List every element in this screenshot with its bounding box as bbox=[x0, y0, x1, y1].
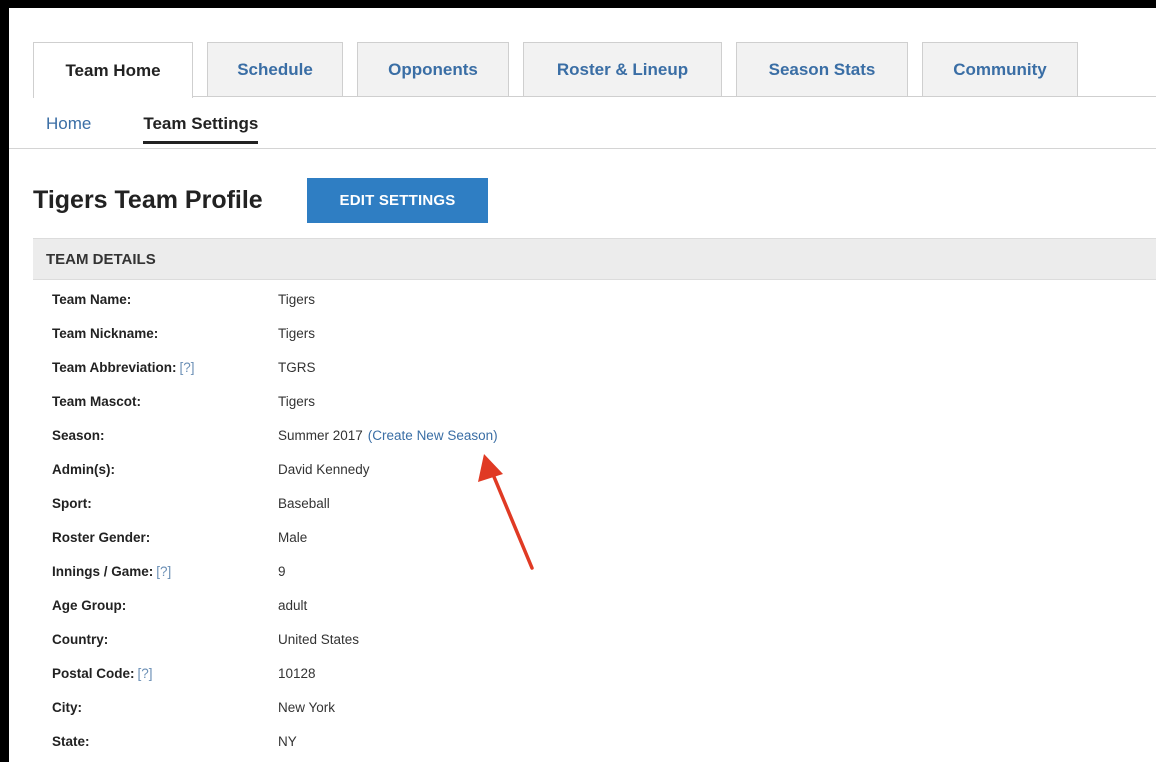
detail-value: Tigers bbox=[278, 394, 316, 409]
detail-value: Tigers bbox=[278, 292, 316, 307]
detail-label-text: Innings / Game: bbox=[52, 564, 154, 579]
detail-label: Team Mascot: bbox=[52, 394, 142, 409]
detail-label: Innings / Game: [?] bbox=[52, 564, 171, 579]
detail-value: Summer 2017 (Create New Season) bbox=[278, 428, 498, 443]
detail-value: New York bbox=[278, 700, 336, 715]
detail-value: Male bbox=[278, 530, 308, 545]
screenshot-frame-top bbox=[0, 0, 1156, 8]
detail-value: Baseball bbox=[278, 496, 330, 511]
detail-label: City: bbox=[52, 700, 82, 715]
subnav-home[interactable]: Home bbox=[46, 114, 91, 134]
detail-value: NY bbox=[278, 734, 297, 749]
detail-label-text: Team Abbreviation: bbox=[52, 360, 177, 375]
tab-season-stats[interactable]: Season Stats bbox=[736, 42, 908, 97]
detail-label: Team Name: bbox=[52, 292, 132, 307]
detail-value: 9 bbox=[278, 564, 286, 579]
tabs-divider bbox=[33, 96, 1156, 97]
detail-value: adult bbox=[278, 598, 308, 613]
tab-schedule[interactable]: Schedule bbox=[207, 42, 343, 97]
arrow-shaft bbox=[490, 470, 534, 570]
screenshot-frame-left bbox=[0, 0, 9, 762]
detail-label: Team Abbreviation: [?] bbox=[52, 360, 195, 375]
detail-label: Admin(s): bbox=[52, 462, 115, 477]
subnav-divider bbox=[9, 148, 1156, 149]
section-header: TEAM DETAILS bbox=[33, 238, 1156, 280]
main-tabs: Team Home Schedule Opponents Roster & Li… bbox=[33, 42, 1078, 98]
tab-community[interactable]: Community bbox=[922, 42, 1078, 97]
detail-label-text: Postal Code: bbox=[52, 666, 135, 681]
tab-roster-lineup[interactable]: Roster & Lineup bbox=[523, 42, 722, 97]
edit-settings-button[interactable]: EDIT SETTINGS bbox=[307, 178, 488, 223]
season-value: Summer 2017 bbox=[278, 428, 363, 443]
detail-label: Country: bbox=[52, 632, 109, 647]
detail-label: Postal Code: [?] bbox=[52, 666, 153, 681]
tab-opponents[interactable]: Opponents bbox=[357, 42, 509, 97]
red-arrow-annotation bbox=[478, 454, 534, 570]
detail-value: 10128 bbox=[278, 666, 316, 681]
detail-label: Roster Gender: bbox=[52, 530, 151, 545]
detail-label: Team Nickname: bbox=[52, 326, 159, 341]
detail-label: Season: bbox=[52, 428, 105, 443]
page-title: Tigers Team Profile bbox=[33, 186, 263, 214]
sub-navigation: Home Team Settings bbox=[46, 114, 259, 144]
subnav-team-settings[interactable]: Team Settings bbox=[143, 114, 259, 144]
create-new-season-link[interactable]: (Create New Season) bbox=[368, 428, 498, 443]
arrow-head bbox=[478, 454, 503, 482]
help-link[interactable]: [?] bbox=[156, 564, 171, 579]
detail-label: Age Group: bbox=[52, 598, 127, 613]
tab-team-home[interactable]: Team Home bbox=[33, 42, 193, 98]
detail-value: David Kennedy bbox=[278, 462, 370, 477]
help-link[interactable]: [?] bbox=[138, 666, 153, 681]
detail-label: Sport: bbox=[52, 496, 92, 511]
detail-value: Tigers bbox=[278, 326, 316, 341]
help-link[interactable]: [?] bbox=[180, 360, 195, 375]
detail-value: United States bbox=[278, 632, 360, 647]
detail-label: State: bbox=[52, 734, 90, 749]
detail-value: TGRS bbox=[278, 360, 316, 375]
